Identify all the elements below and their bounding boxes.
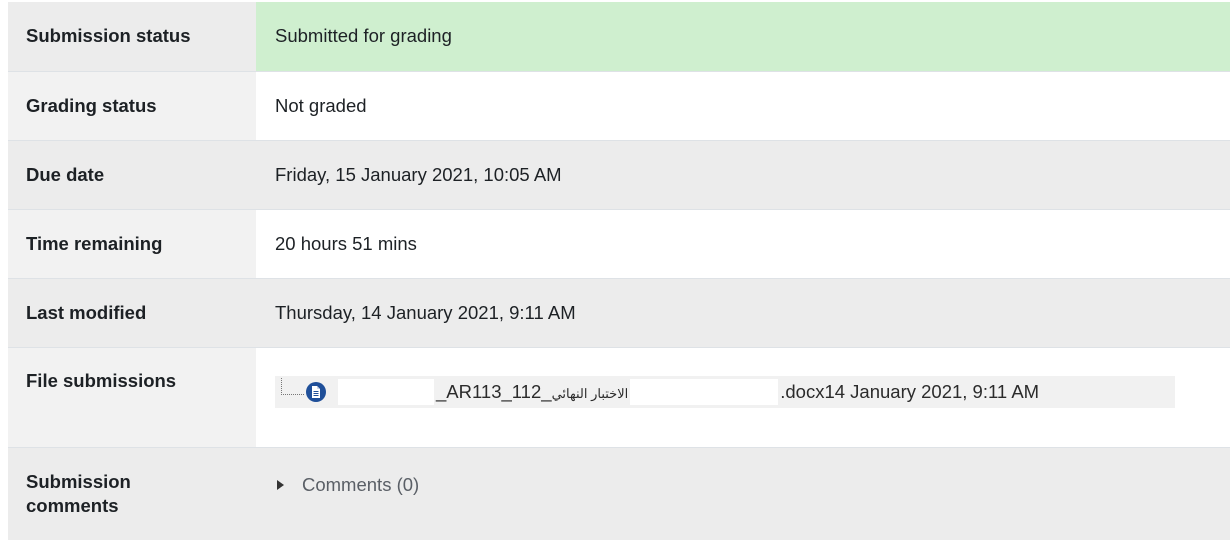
time-remaining-label: Time remaining <box>8 208 256 278</box>
caret-right-icon <box>277 479 284 490</box>
submission-status-table: Submission status Submitted for grading … <box>8 2 1230 540</box>
redacted-region <box>630 378 779 405</box>
file-link[interactable]: _AR113_112_الاختبار النهائي <box>436 381 628 403</box>
file-tree-item: _AR113_112_الاختبار النهائي .docx 14 Jan… <box>275 375 1175 408</box>
submission-status-label: Submission status <box>8 2 256 71</box>
due-date-value: Friday, 15 January 2021, 10:05 AM <box>256 139 1230 209</box>
row-file-submissions: File submissions _AR113_112_الاختبار الن… <box>8 346 1230 447</box>
last-modified-value: Thursday, 14 January 2021, 9:11 AM <box>256 277 1230 347</box>
grading-status-label: Grading status <box>8 70 256 140</box>
last-modified-label: Last modified <box>8 277 256 347</box>
redacted-region <box>338 378 434 405</box>
time-remaining-value: 20 hours 51 mins <box>256 208 1230 278</box>
file-date: 14 January 2021, 9:11 AM <box>824 380 1040 402</box>
row-submission-status: Submission status Submitted for grading <box>8 2 1230 71</box>
submission-comments-value: Comments (0) <box>256 446 1230 540</box>
document-icon <box>306 381 326 402</box>
tree-connector <box>281 378 304 395</box>
comments-link[interactable]: Comments (0) <box>302 474 419 496</box>
submission-status-value: Submitted for grading <box>256 2 1230 71</box>
row-due-date: Due date Friday, 15 January 2021, 10:05 … <box>8 139 1230 209</box>
row-time-remaining: Time remaining 20 hours 51 mins <box>8 208 1230 278</box>
file-name-part1: _AR113_112_ <box>436 380 552 402</box>
row-last-modified: Last modified Thursday, 14 January 2021,… <box>8 277 1230 347</box>
file-submissions-value: _AR113_112_الاختبار النهائي .docx 14 Jan… <box>256 346 1230 447</box>
file-name-arabic: الاختبار النهائي <box>551 385 629 401</box>
submission-comments-label: Submission comments <box>8 446 256 540</box>
due-date-label: Due date <box>8 139 256 209</box>
comments-toggle[interactable]: Comments (0) <box>275 474 1230 496</box>
grading-status-value: Not graded <box>256 70 1230 140</box>
submission-comments-label-line1: Submission <box>26 471 131 493</box>
row-grading-status: Grading status Not graded <box>8 70 1230 140</box>
file-extension: .docx <box>780 380 825 402</box>
file-submissions-label: File submissions <box>8 346 256 447</box>
row-submission-comments: Submission comments Comments (0) <box>8 446 1230 540</box>
submission-comments-label-line2: comments <box>26 494 119 516</box>
